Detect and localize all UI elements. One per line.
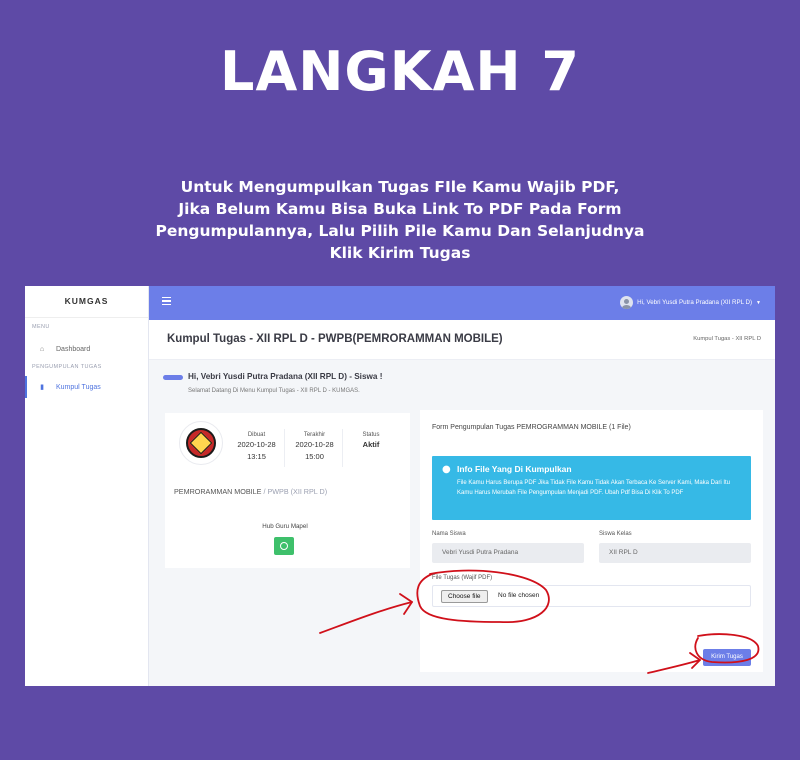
school-logo (179, 421, 223, 465)
stat-deadline: Terakhir 2020-10-28 15:00 (287, 429, 343, 467)
hero-title: LANGKAH 7 (220, 40, 580, 103)
user-name: Hi, Vebri Yusdi Putra Pradana (XII RPL D… (637, 299, 753, 306)
sidebar-section-kumpul: PENGUMPULAN TUGAS (32, 364, 102, 370)
sidebar: KUMGAS MENU ⌂ Dashboard PENGUMPULAN TUGA… (25, 286, 149, 686)
stat-time: 15:00 (305, 452, 324, 461)
school-emblem-icon (186, 428, 216, 458)
sidebar-item-label: Kumpul Tugas (56, 383, 101, 391)
sidebar-item-label: Dashboard (56, 345, 91, 353)
hero-line: Jika Belum Kamu Bisa Buka Link To PDF Pa… (178, 200, 622, 218)
sidebar-item-kumpul-tugas[interactable]: ▮ Kumpul Tugas (25, 376, 148, 398)
page-header: Kumpul Tugas - XII RPL D - PWPB(PEMRORAM… (149, 320, 775, 360)
greeting-accent (163, 375, 183, 380)
app-screenshot: KUMGAS MENU ⌂ Dashboard PENGUMPULAN TUGA… (25, 286, 775, 686)
name-field[interactable]: Vebri Yusdi Putra Pradana (432, 543, 584, 563)
whatsapp-button[interactable] (274, 537, 294, 555)
lightbulb-icon: ● (442, 464, 451, 475)
stat-value: Aktif (362, 440, 380, 449)
task-card: Dibuat 2020-10-28 13:15 Terakhir 2020-10… (165, 413, 410, 568)
form-title: Form Pengumpulan Tugas PEMROGRAMMAN MOBI… (432, 424, 631, 431)
course-path: PEMRORAMMAN MOBILE / PWPB (XII RPL D) (174, 487, 327, 496)
class-field[interactable]: XII RPL D (599, 543, 751, 563)
home-icon: ⌂ (39, 345, 45, 353)
class-label: Siswa Kelas (599, 531, 632, 537)
stat-label: Dibuat (247, 432, 266, 438)
stat-date: 2020-10-28 (237, 440, 276, 449)
sidebar-item-dashboard[interactable]: ⌂ Dashboard (25, 338, 148, 360)
menu-toggle-icon[interactable] (162, 297, 171, 305)
file-label: File Tugas (Wajif PDF) (432, 575, 493, 581)
brand-logo[interactable]: KUMGAS (25, 286, 148, 318)
avatar (620, 296, 634, 309)
hero-description: Untuk Mengumpulkan Tugas FIle Kamu Wajib… (150, 176, 650, 264)
course-code: PWPB (XII RPL D) (267, 487, 328, 496)
hub-label: Hub Guru Mapel (262, 523, 308, 530)
info-title: Info File Yang Di Kumpulkan (457, 464, 572, 474)
file-input[interactable]: Choose file No file chosen (432, 585, 751, 607)
page-title: Kumpul Tugas - XII RPL D - PWPB(PEMRORAM… (167, 333, 503, 345)
breadcrumb[interactable]: Kumpul Tugas - XII RPL D (693, 336, 761, 342)
stat-label: Terakhir (303, 432, 326, 438)
submit-form-card: Form Pengumpulan Tugas PEMROGRAMMAN MOBI… (420, 410, 763, 672)
greeting-subtitle: Selamat Datang Di Menu Kumpul Tugas - XI… (188, 388, 360, 394)
caret-down-icon: ▼ (756, 299, 761, 306)
greeting-title: Hi, Vebri Yusdi Putra Pradana (XII RPL D… (188, 372, 383, 381)
book-icon: ▮ (40, 384, 44, 391)
choose-file-button[interactable]: Choose file (441, 590, 488, 603)
hero-line: Klik Kirim Tugas (329, 244, 471, 262)
hero-line: Pengumpulannya, Lalu Pilih Pile Kamu Dan… (155, 222, 645, 240)
info-text: File Kamu Harus Berupa PDF Jika Tidak Fi… (457, 480, 730, 496)
sidebar-section-menu: MENU (32, 324, 50, 330)
course-name: PEMRORAMMAN MOBILE (174, 487, 262, 496)
user-menu[interactable]: Hi, Vebri Yusdi Putra Pradana (XII RPL D… (620, 296, 761, 309)
name-label: Nama Siswa (432, 531, 466, 537)
whatsapp-icon (280, 542, 288, 550)
stat-date: 2020-10-28 (295, 440, 334, 449)
task-stats: Dibuat 2020-10-28 13:15 Terakhir 2020-10… (229, 429, 397, 467)
submit-button[interactable]: Kirim Tugas (703, 649, 751, 666)
stat-time: 13:15 (247, 452, 266, 461)
stat-label: Status (362, 432, 380, 438)
hero-line: Untuk Mengumpulkan Tugas FIle Kamu Wajib… (180, 178, 620, 196)
topbar: Hi, Vebri Yusdi Putra Pradana (XII RPL D… (149, 286, 775, 320)
info-alert: ● Info File Yang Di Kumpulkan File Kamu … (432, 456, 751, 520)
stat-created: Dibuat 2020-10-28 13:15 (229, 429, 285, 467)
course-separator: / (263, 487, 266, 496)
stat-status: Status Aktif (345, 429, 397, 467)
file-status: No file chosen (498, 592, 540, 599)
